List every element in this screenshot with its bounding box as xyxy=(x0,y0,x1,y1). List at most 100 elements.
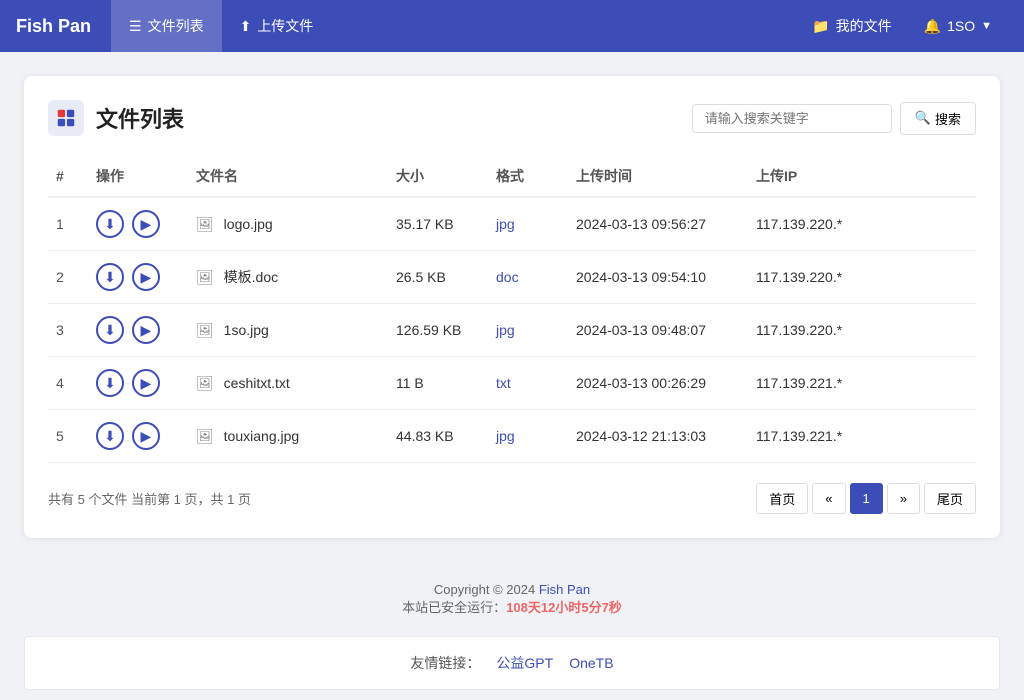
format-link[interactable]: jpg xyxy=(496,322,515,338)
page-btn-首页[interactable]: 首页 xyxy=(756,483,808,514)
col-header-time: 上传时间 xyxy=(568,156,748,197)
download-button[interactable]: ⬇ xyxy=(96,316,124,344)
cell-time: 2024-03-13 09:48:07 xyxy=(568,304,748,357)
cell-ops: ⬇ ▶ xyxy=(88,197,188,251)
cell-ip: 117.139.221.* xyxy=(748,410,976,463)
view-button[interactable]: ▶ xyxy=(132,210,160,238)
cell-size: 11 B xyxy=(388,357,488,410)
view-button[interactable]: ▶ xyxy=(132,316,160,344)
file-name: 1so.jpg xyxy=(224,322,269,338)
file-list-icon: ☰ xyxy=(129,18,142,35)
cell-name: 🖼 logo.jpg xyxy=(188,197,388,251)
cell-time: 2024-03-13 09:54:10 xyxy=(568,251,748,304)
footer-brand-link[interactable]: Fish Pan xyxy=(539,582,590,597)
cell-num: 2 xyxy=(48,251,88,304)
page-btn-«[interactable]: « xyxy=(812,483,845,514)
cell-num: 1 xyxy=(48,197,88,251)
pagination-area: 共有 5 个文件 当前第 1 页，共 1 页 首页«1»尾页 xyxy=(48,483,976,514)
cell-name: 🖼 1so.jpg xyxy=(188,304,388,357)
format-link[interactable]: doc xyxy=(496,269,519,285)
search-icon: 🔍 xyxy=(915,110,931,126)
friend-link-onetb[interactable]: OneTB xyxy=(569,655,613,671)
runtime-line: 本站已安全运行：108天12小时5分7秒 xyxy=(0,597,1024,616)
file-icon: 🖼 xyxy=(196,322,214,338)
navbar: Fish Pan ☰ 文件列表 ⬆ 上传文件 📁 我的文件 🔔 1SO ▼ xyxy=(0,0,1024,52)
footer: Copyright © 2024 Fish Pan 本站已安全运行：108天12… xyxy=(0,562,1024,626)
col-header-num: # xyxy=(48,156,88,197)
page-btn-尾页[interactable]: 尾页 xyxy=(924,483,976,514)
nav-file-list[interactable]: ☰ 文件列表 xyxy=(111,0,222,52)
file-icon: 🖼 xyxy=(196,428,214,444)
brand-logo[interactable]: Fish Pan xyxy=(16,16,91,37)
nav-notify[interactable]: 🔔 1SO ▼ xyxy=(908,0,1008,52)
friends-bar: 友情链接： 公益GPT OneTB xyxy=(24,636,1000,690)
download-button[interactable]: ⬇ xyxy=(96,263,124,291)
cell-size: 26.5 KB xyxy=(388,251,488,304)
nav-upload-label: 上传文件 xyxy=(257,16,313,36)
download-button[interactable]: ⬇ xyxy=(96,210,124,238)
cell-size: 44.83 KB xyxy=(388,410,488,463)
pagination-buttons: 首页«1»尾页 xyxy=(756,483,976,514)
table-body: 1 ⬇ ▶ 🖼 logo.jpg 35.17 KB jpg 2024-03-13… xyxy=(48,197,976,463)
view-button[interactable]: ▶ xyxy=(132,422,160,450)
file-icon: 🖼 xyxy=(196,375,214,391)
view-button[interactable]: ▶ xyxy=(132,263,160,291)
table-row: 1 ⬇ ▶ 🖼 logo.jpg 35.17 KB jpg 2024-03-13… xyxy=(48,197,976,251)
table-row: 5 ⬇ ▶ 🖼 touxiang.jpg 44.83 KB jpg 2024-0… xyxy=(48,410,976,463)
title-icon xyxy=(48,100,84,136)
cell-num: 4 xyxy=(48,357,88,410)
page-btn-1[interactable]: 1 xyxy=(850,483,883,514)
download-button[interactable]: ⬇ xyxy=(96,422,124,450)
file-icon: 🖼 xyxy=(196,216,214,232)
cell-format: jpg xyxy=(488,410,568,463)
file-icon: 🖼 xyxy=(196,269,214,285)
table-row: 3 ⬇ ▶ 🖼 1so.jpg 126.59 KB jpg 2024-03-13… xyxy=(48,304,976,357)
bell-icon: 🔔 xyxy=(924,18,941,35)
col-header-size: 大小 xyxy=(388,156,488,197)
view-button[interactable]: ▶ xyxy=(132,369,160,397)
friend-link-gpt[interactable]: 公益GPT xyxy=(496,653,553,673)
file-name: 模板.doc xyxy=(224,269,278,285)
card-header: 文件列表 🔍 搜索 xyxy=(48,100,976,136)
format-link[interactable]: jpg xyxy=(496,216,515,232)
copyright-text: Copyright © 2024 xyxy=(434,582,539,597)
col-header-ops: 操作 xyxy=(88,156,188,197)
cell-ip: 117.139.220.* xyxy=(748,304,976,357)
runtime-prefix: 本站已安全运行： xyxy=(402,600,506,615)
format-link[interactable]: jpg xyxy=(496,428,515,444)
cell-ops: ⬇ ▶ xyxy=(88,251,188,304)
col-header-ip: 上传IP xyxy=(748,156,976,197)
file-name: logo.jpg xyxy=(224,216,273,232)
cell-ops: ⬇ ▶ xyxy=(88,357,188,410)
file-name: ceshitxt.txt xyxy=(224,375,290,391)
cell-format: doc xyxy=(488,251,568,304)
cell-num: 3 xyxy=(48,304,88,357)
nav-file-list-label: 文件列表 xyxy=(148,16,204,36)
main-content: 文件列表 🔍 搜索 # 操作 文件名 大小 格式 上传时间 上传IP xyxy=(0,52,1024,562)
format-link[interactable]: txt xyxy=(496,375,511,391)
nav-notify-label: 1SO xyxy=(947,18,975,34)
cell-ops: ⬇ ▶ xyxy=(88,304,188,357)
col-header-name: 文件名 xyxy=(188,156,388,197)
cell-size: 126.59 KB xyxy=(388,304,488,357)
nav-my-files[interactable]: 📁 我的文件 xyxy=(796,0,907,52)
nav-right-area: 📁 我的文件 🔔 1SO ▼ xyxy=(796,0,1008,52)
search-button[interactable]: 🔍 搜索 xyxy=(900,102,976,135)
runtime-value: 108天12小时5分7秒 xyxy=(506,600,622,615)
search-btn-label: 搜索 xyxy=(935,109,961,128)
nav-my-files-label: 我的文件 xyxy=(836,16,892,36)
nav-upload[interactable]: ⬆ 上传文件 xyxy=(222,0,332,52)
friends-label: 友情链接： xyxy=(410,653,480,673)
search-input[interactable] xyxy=(692,104,892,133)
cell-ip: 117.139.220.* xyxy=(748,197,976,251)
table-header: # 操作 文件名 大小 格式 上传时间 上传IP xyxy=(48,156,976,197)
page-btn-»[interactable]: » xyxy=(887,483,920,514)
file-list-card: 文件列表 🔍 搜索 # 操作 文件名 大小 格式 上传时间 上传IP xyxy=(24,76,1000,538)
page-title: 文件列表 xyxy=(96,102,692,134)
file-name: touxiang.jpg xyxy=(224,428,300,444)
cell-ip: 117.139.220.* xyxy=(748,251,976,304)
cell-time: 2024-03-13 00:26:29 xyxy=(568,357,748,410)
file-table: # 操作 文件名 大小 格式 上传时间 上传IP 1 ⬇ ▶ 🖼 logo.jp… xyxy=(48,156,976,463)
download-button[interactable]: ⬇ xyxy=(96,369,124,397)
cell-name: 🖼 touxiang.jpg xyxy=(188,410,388,463)
